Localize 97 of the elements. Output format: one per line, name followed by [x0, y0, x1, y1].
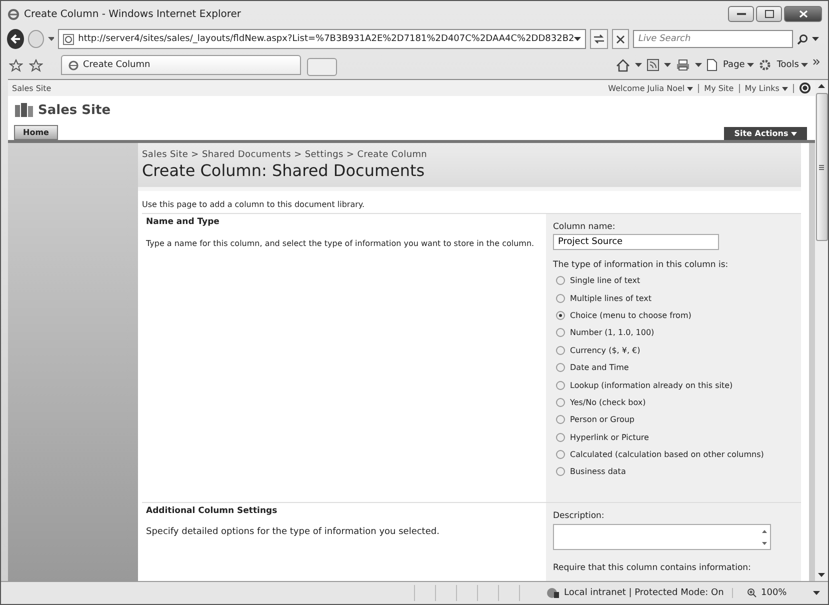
caret-icon: [801, 62, 808, 68]
radio-button[interactable]: [556, 328, 565, 338]
close-button[interactable]: [784, 6, 822, 22]
refresh-button[interactable]: [590, 29, 608, 49]
my-links-menu[interactable]: My Links: [744, 84, 788, 92]
caret-icon[interactable]: [664, 62, 672, 68]
printer-icon[interactable]: [676, 59, 690, 71]
radio-button[interactable]: [556, 467, 565, 476]
add-favorites-icon[interactable]: [29, 58, 43, 72]
field-label: The type of information in this column is:: [553, 260, 730, 270]
radio-button[interactable]: [556, 276, 565, 286]
refresh-icon: [593, 34, 606, 44]
radio-button[interactable]: [556, 294, 565, 303]
radio-button[interactable]: [556, 363, 565, 372]
site-actions-menu[interactable]: Site Actions: [724, 127, 807, 140]
scrollbar[interactable]: [815, 80, 828, 581]
site-title[interactable]: Sales Site: [38, 102, 111, 118]
caret-icon: [687, 86, 694, 90]
scroll-down-icon[interactable]: [762, 542, 767, 544]
favorites-star-icon[interactable]: [9, 58, 23, 72]
radio-label[interactable]: Date and Time: [570, 363, 629, 372]
field-label: Require that this column contains information:: [553, 563, 752, 573]
my-site-link[interactable]: My Site: [704, 84, 734, 92]
zoom-control[interactable]: 100%: [732, 588, 807, 598]
page-title: Create Column: Shared Documents: [142, 161, 426, 180]
minimize-button[interactable]: [728, 6, 754, 22]
radio-label[interactable]: Single line of text: [570, 276, 640, 286]
close-icon: [798, 10, 808, 18]
site-link[interactable]: Sales Site: [12, 84, 52, 92]
url-text: http://server4/sites/sales/_layouts/fldNew.aspx?List=%7B3B931A2E%2D7181%2D407C%2DAA4C%2DD832B2: [78, 34, 574, 44]
radio-button[interactable]: [556, 380, 565, 390]
radio-label[interactable]: Lookup (information already on this site): [570, 380, 733, 390]
maximize-button[interactable]: [756, 6, 782, 22]
section-title: Additional Column Settings: [146, 506, 278, 516]
radio-button[interactable]: [556, 310, 565, 320]
grip-icon: [819, 164, 824, 170]
network-icon: [546, 587, 560, 599]
browser-logo-icon: [7, 8, 20, 20]
page-menu-button[interactable]: Page: [707, 59, 754, 71]
caret-icon[interactable]: [635, 62, 642, 68]
radio-button[interactable]: [556, 398, 565, 407]
browser-tab[interactable]: Create Column: [61, 55, 301, 75]
search-icon[interactable]: [797, 34, 808, 44]
chevron-icon[interactable]: [813, 58, 820, 64]
field-label: Column name:: [553, 222, 616, 232]
intro-text: Use this page to add a column to this document library.: [141, 199, 366, 211]
back-button[interactable]: [7, 29, 24, 49]
section-description: Specify detailed options for the type of information you selected.: [146, 527, 440, 537]
description-field[interactable]: [553, 524, 771, 550]
address-field[interactable]: http://server4/sites/sales/_layouts/fldNew.aspx?List=%7B3B931A2E%2D7181%2D407C%2DAA4C%2DD832B2: [58, 29, 586, 49]
section-title: Name and Type: [146, 217, 220, 227]
search-field[interactable]: Live Search: [633, 30, 793, 48]
security-zone-status[interactable]: Local intranet | Protected Mode: On: [546, 587, 726, 599]
radio-button[interactable]: [556, 450, 565, 460]
radio-label[interactable]: Choice (menu to choose from): [570, 310, 692, 320]
caret-icon[interactable]: [48, 36, 54, 42]
caret-icon[interactable]: [574, 36, 582, 42]
radio-button[interactable]: [556, 346, 565, 355]
radio-label[interactable]: Number (1, 1.0, 100): [570, 328, 654, 338]
breadcrumb: Sales Site > Shared Documents > Settings > Create Column: [142, 150, 428, 160]
caret-icon[interactable]: [813, 590, 820, 596]
tools-menu-button[interactable]: Tools: [758, 59, 808, 71]
browser-logo-icon: [68, 60, 79, 70]
maximize-icon: [764, 10, 774, 18]
site-logo-icon: [14, 102, 34, 118]
radio-label[interactable]: Currency ($, ¥, €): [570, 346, 640, 355]
caret-icon: [791, 132, 797, 136]
home-icon[interactable]: [616, 58, 630, 72]
gear-icon: [758, 59, 771, 71]
radio-label[interactable]: Yes/No (check box): [570, 398, 646, 407]
radio-label[interactable]: Person or Group: [570, 415, 635, 424]
back-arrow-icon: [10, 33, 22, 45]
stop-icon: [616, 34, 626, 44]
feeds-icon[interactable]: [647, 59, 660, 71]
radio-label[interactable]: Business data: [570, 467, 626, 476]
stop-button[interactable]: [612, 29, 630, 49]
zoom-icon: [747, 588, 757, 598]
minimize-icon: [736, 12, 746, 16]
radio-button[interactable]: [556, 415, 565, 424]
field-label: Description:: [553, 511, 606, 521]
column-name-field[interactable]: Project Source: [553, 234, 719, 250]
caret-icon: [782, 86, 788, 90]
caret-icon[interactable]: [695, 62, 702, 68]
nav-tab[interactable]: Home: [14, 125, 58, 140]
section-description: Type a name for this column, and select the type of information you want to store in the column.: [146, 239, 536, 248]
scroll-down-icon[interactable]: [818, 573, 825, 577]
caret-icon[interactable]: [812, 36, 819, 42]
radio-label[interactable]: Multiple lines of text: [570, 294, 652, 303]
scroll-up-icon[interactable]: [818, 84, 825, 88]
welcome-menu[interactable]: Welcome Julia Noel: [608, 84, 694, 92]
window-title: Create Column - Windows Internet Explorer: [24, 8, 242, 20]
radio-label[interactable]: Hyperlink or Picture: [570, 432, 649, 442]
scroll-up-icon[interactable]: [762, 530, 767, 532]
radio-button[interactable]: [556, 432, 565, 442]
caret-icon: [746, 62, 754, 68]
radio-label[interactable]: Calculated (calculation based on other columns): [570, 450, 764, 460]
help-icon[interactable]: [799, 82, 811, 94]
